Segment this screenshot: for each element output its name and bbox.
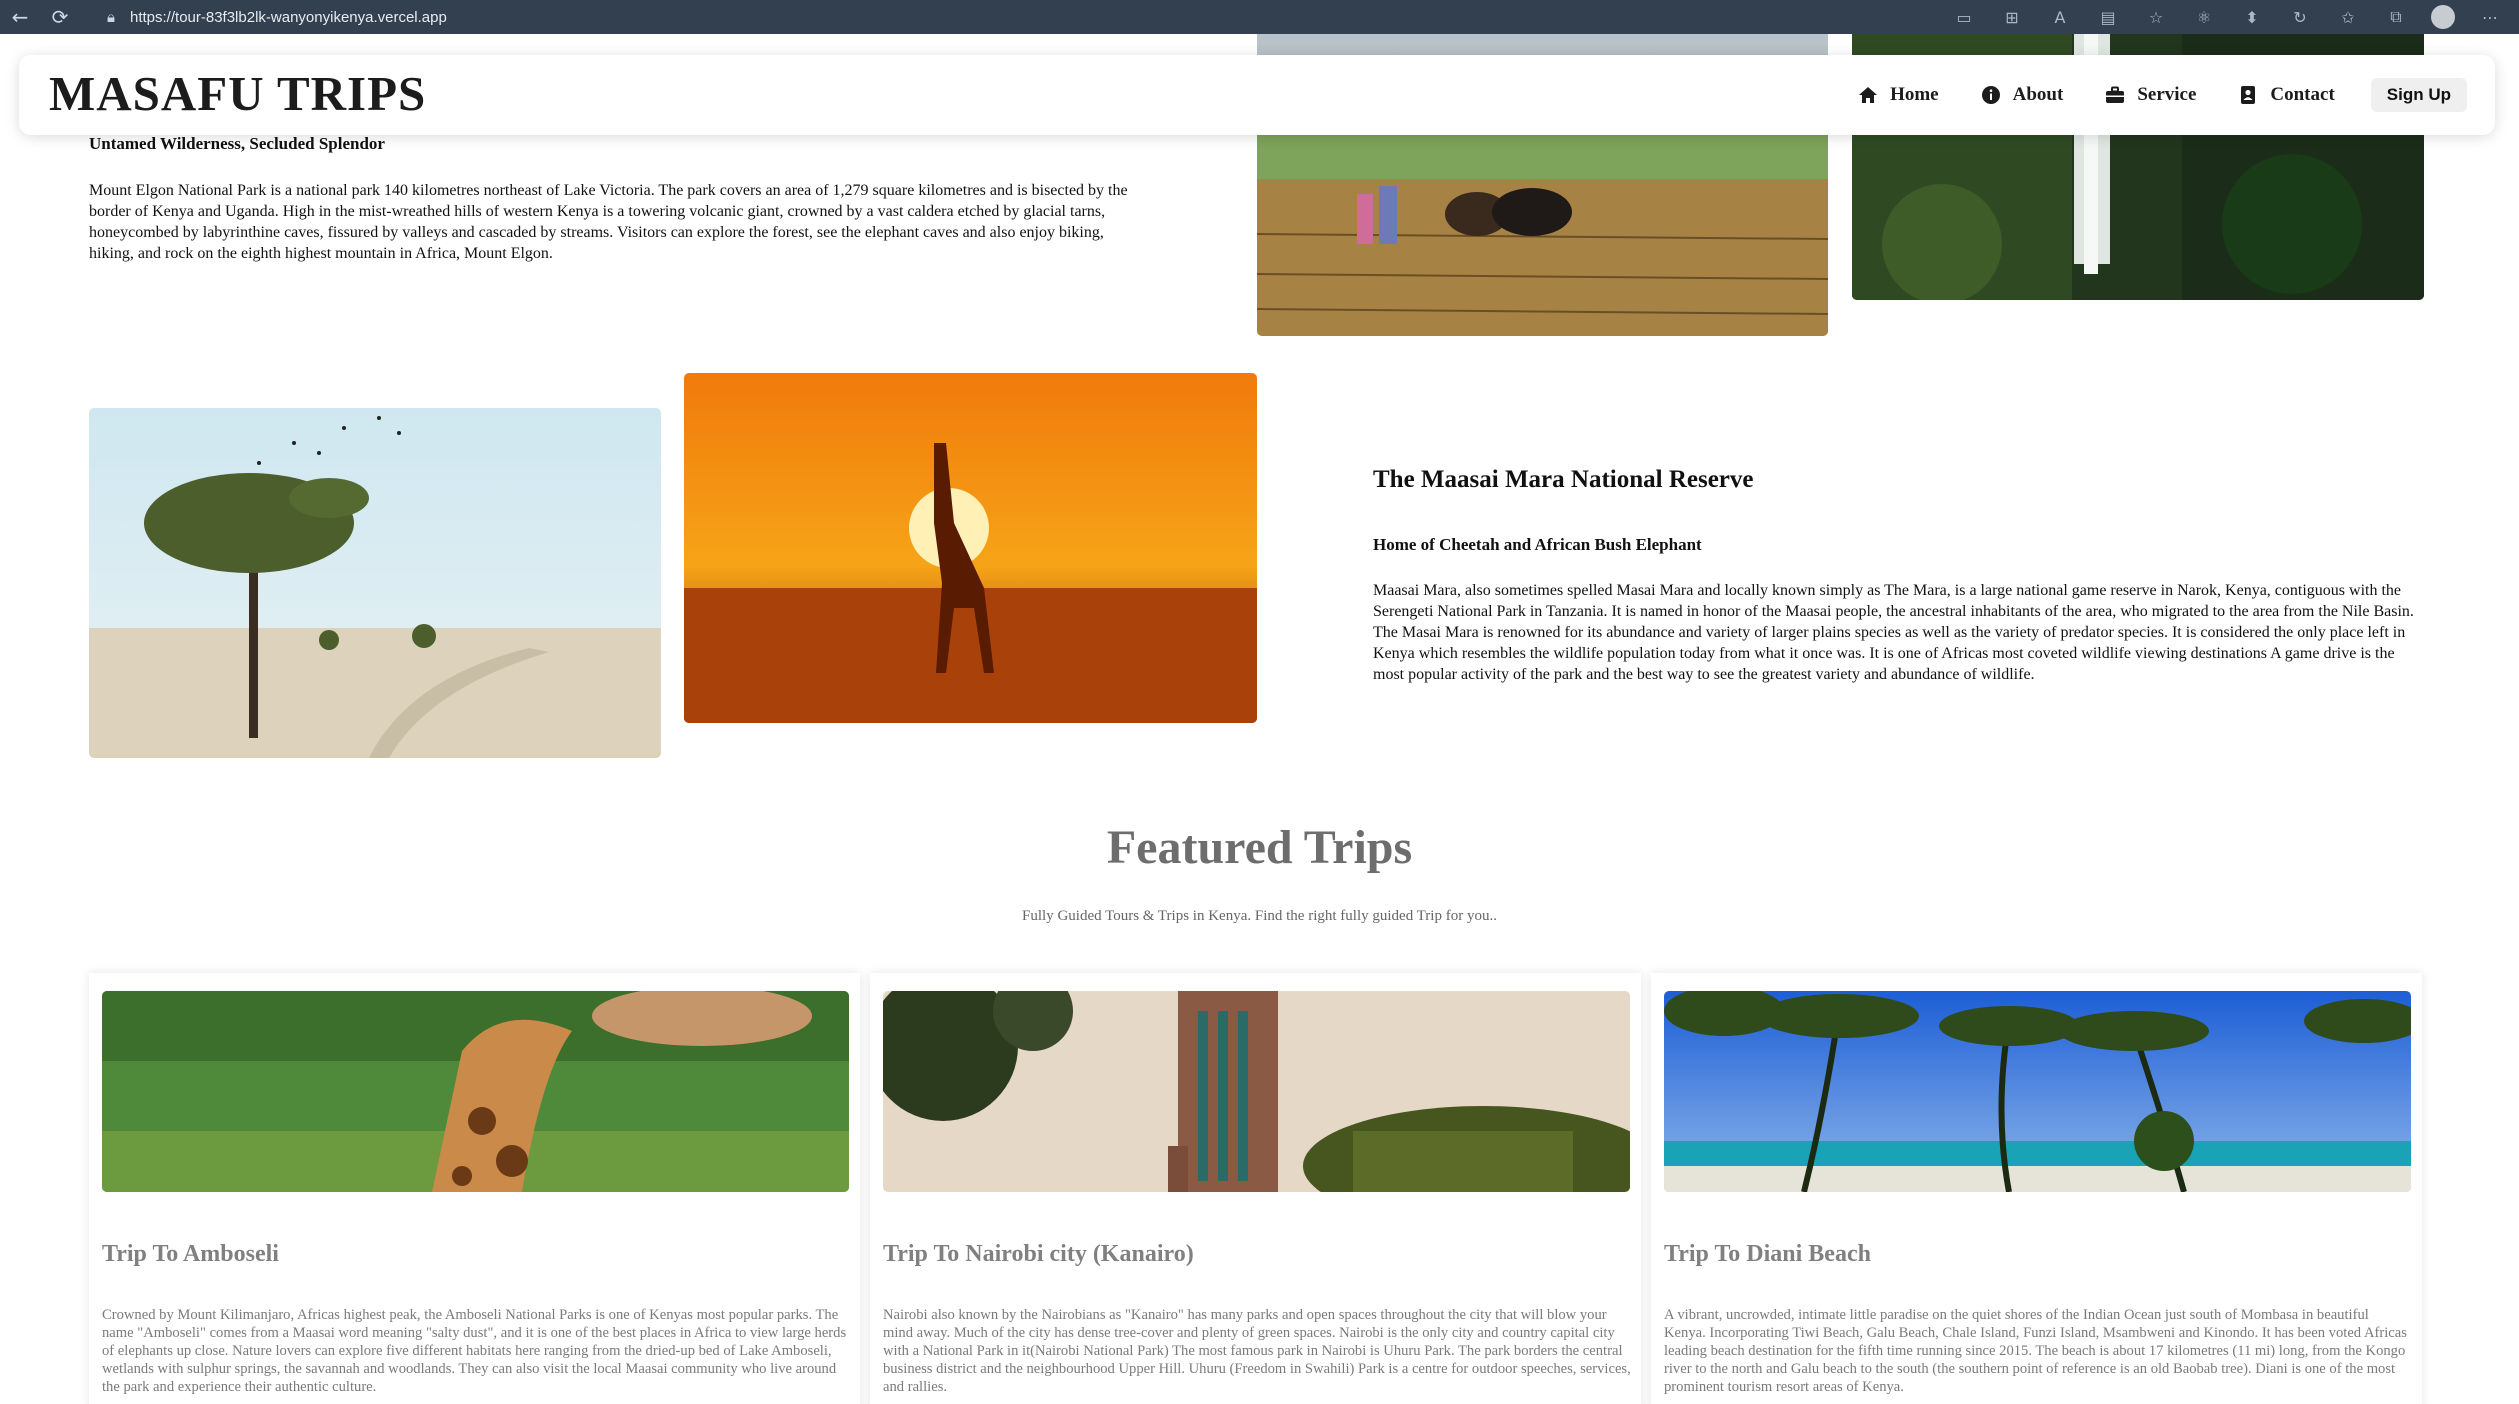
extension-icon[interactable]: ⬍: [2239, 8, 2265, 27]
trip-title[interactable]: Trip To Nairobi city (Kanairo): [883, 1241, 1194, 1268]
apps-grid-icon[interactable]: ⊞: [1999, 8, 2025, 27]
nav-about[interactable]: About: [1981, 84, 2064, 106]
favorite-star-icon[interactable]: ☆: [2143, 8, 2169, 27]
trip-title[interactable]: Trip To Amboseli: [102, 1241, 279, 1268]
lock-icon[interactable]: 🔒︎: [100, 8, 122, 26]
contact-card-icon: [2238, 85, 2258, 105]
screen-cast-icon[interactable]: ▭: [1951, 8, 1977, 27]
mara-title: The Maasai Mara National Reserve: [1373, 466, 1754, 493]
trip-description: Crowned by Mount Kilimanjaro, Africas hi…: [102, 1307, 847, 1395]
mara-description: Maasai Mara, also sometimes spelled Masa…: [1373, 582, 2414, 683]
favorites-list-icon[interactable]: ✩: [2335, 8, 2361, 27]
reload-icon[interactable]: ⟳: [40, 5, 80, 29]
trip-card-nairobi[interactable]: Trip To Nairobi city (Kanairo) Nairobi a…: [870, 973, 1641, 1404]
featured-trips-heading: Featured Trips: [1106, 821, 1413, 874]
info-icon: [1981, 85, 2001, 105]
more-options-icon[interactable]: ⋯: [2477, 8, 2503, 27]
collections-icon[interactable]: ⧉: [2383, 7, 2409, 27]
home-icon: [1858, 85, 1878, 105]
sync-icon[interactable]: ↻: [2287, 8, 2313, 27]
trip-card-amboseli[interactable]: Trip To Amboseli Crowned by Mount Kilima…: [89, 973, 860, 1404]
nairobi-skyline-image: [883, 991, 1630, 1192]
nav-contact[interactable]: Contact: [2238, 84, 2335, 106]
nav-about-label: About: [2012, 84, 2064, 105]
address-bar[interactable]: https://tour-83f3lb2lk-wanyonyikenya.ver…: [130, 9, 447, 26]
main-nav: Home About Service Contact Sign Up: [1858, 55, 2467, 135]
featured-trips-subtitle: Fully Guided Tours & Trips in Kenya. Fin…: [1022, 908, 1497, 924]
diani-beach-image: [1664, 991, 2411, 1192]
acacia-tree-image: [89, 408, 661, 758]
trip-card-diani[interactable]: Trip To Diani Beach A vibrant, uncrowded…: [1651, 973, 2422, 1404]
amboseli-giraffe-image: [102, 991, 849, 1192]
elgon-description: Mount Elgon National Park is a national …: [89, 182, 1128, 262]
trip-description: Nairobi also known by the Nairobians as …: [883, 1307, 1631, 1395]
briefcase-icon: [2105, 85, 2125, 105]
reader-view-icon[interactable]: ▤: [2095, 8, 2121, 27]
nav-home-label: Home: [1890, 84, 1939, 105]
nav-service-label: Service: [2137, 84, 2197, 105]
browser-toolbar-icons: ▭ ⊞ A ▤ ☆ ⚛ ⬍ ↻ ✩ ⧉ ⋯: [1951, 0, 2503, 34]
nav-home[interactable]: Home: [1858, 84, 1939, 106]
brand-logo[interactable]: MASAFU TRIPS: [49, 65, 426, 122]
sign-up-button[interactable]: Sign Up: [2370, 78, 2467, 112]
back-arrow-icon[interactable]: ←: [0, 5, 40, 29]
giraffe-sunset-image: [684, 373, 1257, 723]
browser-toolbar: ← ⟳ 🔒︎ https://tour-83f3lb2lk-wanyonyike…: [0, 0, 2519, 34]
extension-react-icon[interactable]: ⚛: [2191, 8, 2217, 27]
nav-service[interactable]: Service: [2105, 84, 2196, 106]
read-aloud-icon[interactable]: A: [2047, 8, 2073, 27]
profile-avatar[interactable]: [2431, 5, 2455, 29]
site-header: MASAFU TRIPS Home About Service Contact: [19, 55, 2495, 135]
nav-contact-label: Contact: [2270, 84, 2335, 105]
trip-description: A vibrant, uncrowded, intimate little pa…: [1664, 1307, 2407, 1395]
trip-title[interactable]: Trip To Diani Beach: [1664, 1241, 1871, 1268]
elgon-tagline: Untamed Wilderness, Secluded Splendor: [89, 134, 385, 153]
mara-tagline: Home of Cheetah and African Bush Elephan…: [1373, 535, 1702, 554]
